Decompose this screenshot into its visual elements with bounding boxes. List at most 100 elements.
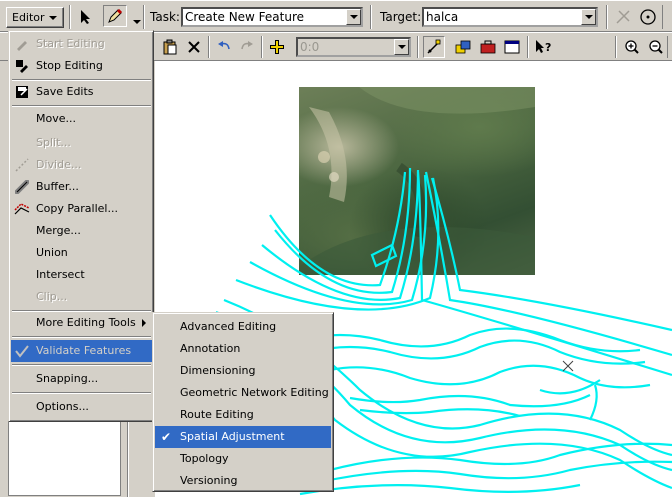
toolbar-separator — [370, 5, 372, 29]
zoom-in-icon — [625, 40, 639, 54]
redo-button[interactable] — [236, 36, 258, 58]
buffer-icon — [14, 179, 30, 195]
menu-item-more-editing-tools[interactable]: More Editing Tools — [11, 312, 152, 334]
submenu-item-dimensioning[interactable]: Dimensioning — [155, 360, 331, 382]
whats-this-button[interactable]: ? — [532, 36, 554, 58]
redo-icon — [241, 41, 253, 50]
toolbar-separator — [261, 36, 263, 58]
sketch-tool-button[interactable] — [103, 5, 127, 27]
task-dropdown-arrow[interactable] — [346, 9, 361, 25]
menu-item-validate-features[interactable]: Validate Features — [11, 340, 152, 362]
undo-button[interactable] — [213, 36, 235, 58]
catalog-icon — [455, 40, 471, 54]
menu-item-union[interactable]: Union — [11, 242, 152, 264]
target-select[interactable]: halca — [422, 7, 598, 27]
toolbar-separator — [69, 5, 71, 29]
menu-item-label: Divide... — [36, 158, 82, 171]
menu-item-save-edits[interactable]: Save Edits — [11, 81, 152, 103]
map-scale-select[interactable]: 0:0 — [296, 37, 411, 57]
menu-item-label: Move... — [36, 112, 76, 125]
submenu-item-spatial-adjustment[interactable]: ✔ Spatial Adjustment — [155, 426, 331, 448]
sketch-tool-dropdown[interactable] — [129, 15, 141, 28]
copy-parallel-icon — [14, 202, 30, 216]
zoom-in-button[interactable] — [621, 36, 643, 58]
menu-item-label: Split... — [36, 136, 71, 149]
toolbar-overflow — [662, 5, 672, 29]
submenu-item-label: Topology — [180, 452, 229, 465]
arrow-pointer-icon — [81, 10, 90, 24]
target-dropdown-arrow[interactable] — [581, 9, 596, 25]
table-of-contents-list[interactable] — [8, 421, 121, 496]
menu-item-start-editing[interactable]: Start Editing — [11, 33, 152, 55]
editor-toolbar: Editor Task: Create New Feature Target: … — [0, 0, 672, 32]
editor-toolbar-toggle-button[interactable] — [423, 36, 445, 58]
editor-menu-label: Editor — [12, 11, 45, 24]
zoom-out-button[interactable] — [645, 36, 667, 58]
target-value: halca — [426, 10, 459, 24]
rotate-button[interactable] — [637, 6, 659, 28]
menu-separator — [12, 392, 151, 394]
submenu-item-annotation[interactable]: Annotation — [155, 338, 331, 360]
edit-annotation-button[interactable] — [612, 6, 634, 28]
submenu-item-geometric-network-editing[interactable]: Geometric Network Editing — [155, 382, 331, 404]
submenu-item-label: Spatial Adjustment — [180, 430, 285, 443]
pencil-icon — [108, 8, 123, 23]
menu-item-intersect[interactable]: Intersect — [11, 264, 152, 286]
menu-item-split[interactable]: Split... — [11, 132, 152, 154]
undo-icon — [218, 41, 230, 50]
menu-separator — [12, 364, 151, 366]
validate-features-icon — [14, 344, 30, 358]
command-line-button[interactable] — [501, 36, 523, 58]
command-window-icon — [504, 40, 520, 54]
submenu-item-route-editing[interactable]: Route Editing — [155, 404, 331, 426]
close-icon — [188, 41, 200, 53]
menu-item-label: Intersect — [36, 268, 85, 281]
menu-item-snapping[interactable]: Snapping... — [11, 368, 152, 390]
delete-button[interactable] — [183, 36, 205, 58]
menu-separator — [12, 105, 151, 107]
menu-item-divide[interactable]: Divide... — [11, 154, 152, 176]
map-scale-dropdown-arrow[interactable] — [394, 39, 409, 55]
menu-item-copy-parallel[interactable]: Copy Parallel... — [11, 198, 152, 220]
save-edits-icon — [14, 85, 30, 99]
more-editing-tools-submenu: Advanced Editing Annotation Dimensioning… — [152, 312, 334, 492]
submenu-item-advanced-editing[interactable]: Advanced Editing — [155, 316, 331, 338]
submenu-item-label: Route Editing — [180, 408, 254, 421]
menu-separator — [12, 336, 151, 338]
editor-toolbar-icon — [427, 39, 441, 54]
submenu-item-label: Versioning — [180, 474, 238, 487]
menu-item-options[interactable]: Options... — [11, 396, 152, 418]
submenu-item-versioning[interactable]: Versioning — [155, 470, 331, 492]
menu-item-label: Save Edits — [36, 85, 94, 98]
submenu-item-topology[interactable]: Topology — [155, 448, 331, 470]
target-label: Target: — [380, 10, 422, 24]
toolbar-overflow — [667, 36, 672, 58]
add-data-button[interactable] — [266, 36, 288, 58]
task-value: Create New Feature — [185, 10, 305, 24]
menu-item-stop-editing[interactable]: Stop Editing — [11, 55, 152, 77]
chevron-right-icon — [142, 319, 146, 327]
toolbar-separator — [143, 5, 145, 29]
menu-item-label: Clip... — [36, 290, 68, 303]
menu-item-merge[interactable]: Merge... — [11, 220, 152, 242]
task-label: Task: — [150, 10, 180, 24]
submenu-item-label: Dimensioning — [180, 364, 256, 377]
toolbar-separator — [615, 36, 617, 58]
menu-item-label: Options... — [36, 400, 89, 413]
menu-item-move[interactable]: Move... — [11, 108, 152, 130]
chevron-down-icon — [133, 20, 141, 24]
toolbox-button[interactable] — [477, 36, 499, 58]
task-select[interactable]: Create New Feature — [181, 7, 363, 27]
arctoolbox-button[interactable] — [452, 36, 474, 58]
edit-tool-button[interactable] — [74, 6, 96, 28]
paste-icon — [163, 39, 177, 55]
menu-item-clip[interactable]: Clip... — [11, 286, 152, 308]
checkmark-icon: ✔ — [161, 430, 172, 444]
chevron-down-icon — [349, 15, 358, 19]
editor-menu-button[interactable]: Editor — [6, 7, 64, 28]
submenu-item-label: Geometric Network Editing — [180, 386, 329, 399]
paste-button[interactable] — [159, 36, 181, 58]
menu-item-buffer[interactable]: Buffer... — [11, 176, 152, 198]
menu-item-label: Copy Parallel... — [36, 202, 118, 215]
add-data-icon — [270, 40, 284, 54]
